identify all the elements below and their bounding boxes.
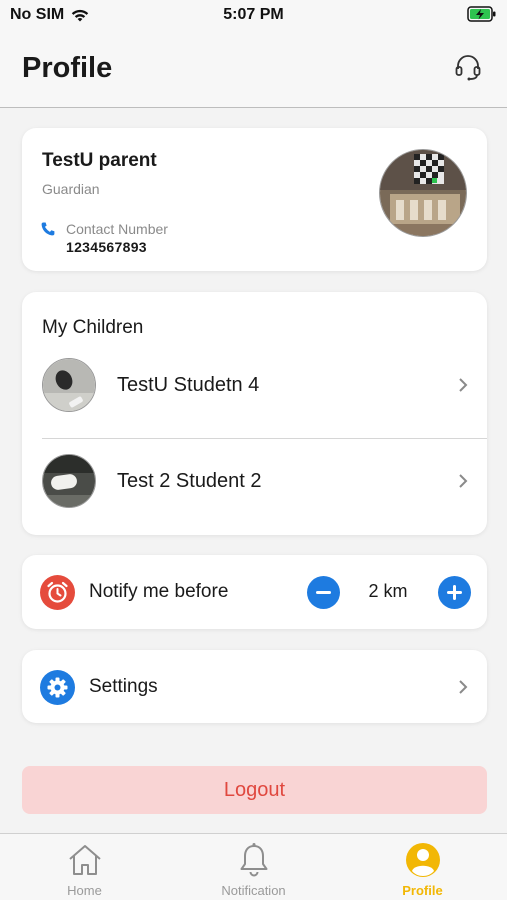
chevron-right-icon — [459, 378, 468, 392]
child-avatar-image — [43, 359, 95, 411]
logout-button[interactable]: Logout — [22, 766, 487, 814]
tab-label: Profile — [402, 883, 443, 898]
headset-icon — [455, 55, 481, 81]
status-time: 5:07 PM — [223, 6, 284, 23]
user-icon — [406, 843, 440, 877]
contact-number: 1234567893 — [66, 239, 147, 255]
tab-notification[interactable]: Notification — [169, 834, 338, 900]
home-icon — [69, 845, 101, 875]
tab-bar: Home Notification Profile — [0, 833, 507, 900]
children-card: My Children TestU Studetn 4 Test 2 Stude — [22, 292, 487, 535]
profile-card: TestU parent Guardian Contact Number 123… — [22, 128, 487, 271]
children-section-title: My Children — [42, 317, 144, 338]
child-name: TestU Studetn 4 — [117, 374, 260, 396]
child-row-1[interactable]: TestU Studetn 4 — [22, 348, 487, 434]
divider — [42, 438, 487, 439]
battery-area — [467, 5, 497, 28]
alarm-clock-icon — [40, 575, 75, 610]
parent-role: Guardian — [42, 181, 100, 197]
child-avatar — [42, 454, 96, 508]
child-row-2[interactable]: Test 2 Student 2 — [22, 444, 487, 530]
status-bar: No SIM 5:07 PM — [0, 0, 507, 30]
support-button[interactable] — [453, 52, 483, 82]
contact-label: Contact Number — [66, 221, 168, 237]
notify-card: Notify me before 2 km — [22, 555, 487, 629]
tab-label: Home — [67, 883, 102, 898]
increase-button[interactable] — [438, 576, 471, 609]
profile-photo[interactable] — [379, 149, 467, 237]
child-avatar-image — [43, 455, 95, 507]
profile-photo-image — [380, 150, 466, 236]
chevron-right-icon — [459, 680, 468, 694]
tab-home[interactable]: Home — [0, 834, 169, 900]
parent-name: TestU parent — [42, 150, 157, 171]
battery-charging-icon — [467, 6, 496, 22]
child-name: Test 2 Student 2 — [117, 470, 262, 492]
tab-label: Notification — [221, 883, 286, 898]
bell-icon — [240, 843, 268, 877]
phone-icon — [41, 222, 55, 236]
distance-value: 2 km — [368, 581, 408, 601]
notify-label: Notify me before — [89, 581, 229, 602]
settings-row[interactable]: Settings — [22, 650, 487, 723]
child-avatar — [42, 358, 96, 412]
tab-profile[interactable]: Profile — [338, 834, 507, 900]
decrease-button[interactable] — [307, 576, 340, 609]
header: Profile — [0, 30, 507, 108]
settings-label: Settings — [89, 676, 158, 697]
page-title: Profile — [22, 52, 113, 84]
chevron-right-icon — [459, 474, 468, 488]
gear-icon — [40, 670, 75, 705]
